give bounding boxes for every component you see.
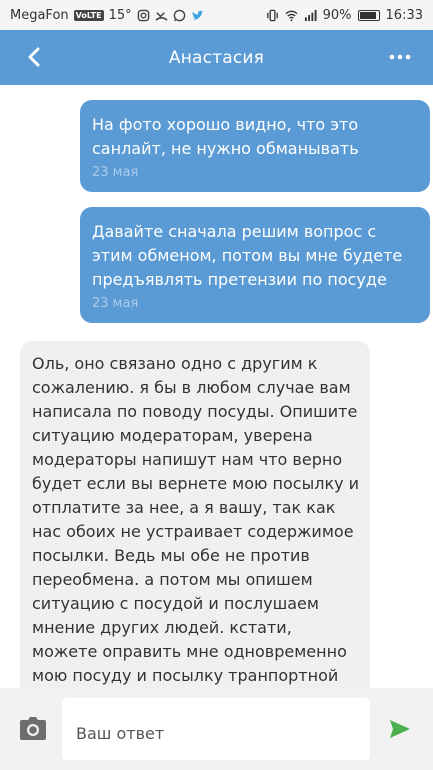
chat-header: Анастасия [0, 30, 433, 85]
instagram-icon [137, 9, 149, 21]
answer-input[interactable] [62, 698, 370, 760]
message-bubble-incoming[interactable]: Оль, оно связано одно с другим к сожален… [20, 341, 370, 688]
vibrate-icon [266, 9, 278, 21]
temperature: 15° [108, 7, 132, 23]
twitter-icon [191, 10, 204, 20]
contact-name: Анастасия [168, 47, 265, 68]
send-icon [390, 720, 410, 738]
more-dots-icon [389, 54, 411, 60]
message-text: Давайте сначала решим вопрос с этим обме… [92, 222, 403, 289]
status-right: 90% 16:33 [266, 8, 423, 23]
message-text: На фото хорошо видно, что это санлайт, н… [92, 115, 359, 158]
status-left: MegaFon VoLTE 15° [10, 8, 204, 23]
missed-call-icon [155, 11, 168, 21]
clock: 16:33 [385, 7, 423, 23]
message-time: 23 мая [92, 296, 139, 311]
wifi-icon [285, 10, 298, 21]
back-button[interactable] [20, 43, 48, 71]
carrier-name: MegaFon [10, 7, 69, 23]
message-composer [0, 688, 433, 770]
whatsapp-icon [173, 9, 185, 21]
battery-percent: 90% [322, 7, 352, 23]
volte-badge: VoLTE [73, 9, 104, 21]
message-list[interactable]: На фото хорошо видно, что это санлайт, н… [0, 85, 433, 688]
message-bubble-outgoing[interactable]: На фото хорошо видно, что это санлайт, н… [80, 100, 430, 192]
battery-icon [357, 9, 380, 21]
signal-icon [304, 9, 317, 21]
attach-photo-button[interactable] [18, 716, 48, 742]
more-options-button[interactable] [385, 43, 415, 71]
message-bubble-outgoing[interactable]: Давайте сначала решим вопрос с этим обме… [80, 207, 430, 323]
message-text: Оль, оно связано одно с другим к сожален… [32, 354, 360, 685]
send-button[interactable] [388, 718, 412, 740]
chevron-left-icon [28, 47, 40, 67]
message-time: 23 мая [92, 165, 139, 180]
status-bar: MegaFon VoLTE 15° 90% 16:33 [0, 0, 433, 30]
camera-icon [20, 717, 46, 740]
